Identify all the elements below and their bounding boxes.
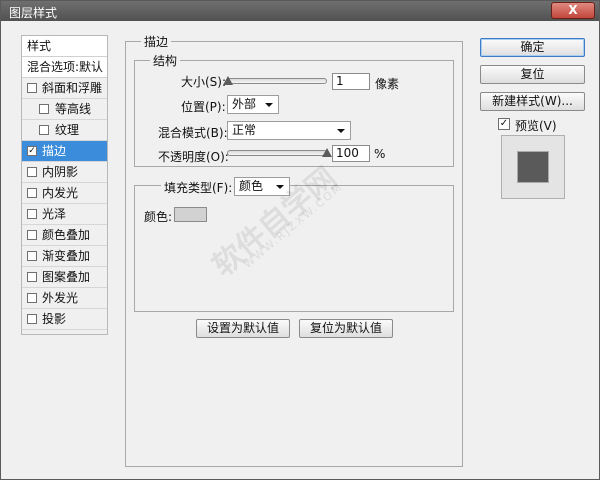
preview-label: 预览(V) — [515, 119, 557, 133]
style-item[interactable]: 外发光 — [22, 288, 107, 309]
style-checkbox[interactable] — [39, 125, 49, 135]
reset-button[interactable]: 复位 — [480, 65, 585, 84]
style-item-label: 内发光 — [42, 186, 79, 200]
style-item-label: 投影 — [42, 312, 67, 326]
layer-style-dialog: 图层样式 X 样式 混合选项:默认 斜面和浮雕 等高线 纹理 ✓ 描边 内阴影 内发光 光泽颜… — [0, 0, 600, 480]
checkmark-icon: ✓ — [28, 146, 36, 156]
stroke-color-swatch[interactable] — [174, 207, 207, 222]
style-item-label: 描边 — [42, 144, 67, 158]
position-value: 外部 — [232, 97, 257, 111]
style-item-label: 图案叠加 — [42, 270, 91, 284]
opacity-slider-thumb[interactable] — [322, 148, 332, 157]
style-checkbox[interactable] — [27, 188, 37, 198]
fill-type-value: 颜色 — [239, 179, 264, 193]
style-item-label: 内阴影 — [42, 165, 79, 179]
opacity-unit: % — [374, 147, 386, 161]
title-bar[interactable]: 图层样式 X — [1, 1, 599, 21]
style-checkbox[interactable] — [27, 251, 37, 261]
style-item[interactable]: 颜色叠加 — [22, 225, 107, 246]
style-item-label: 光泽 — [42, 207, 67, 221]
close-button[interactable]: X — [551, 2, 595, 19]
style-item-label: 颜色叠加 — [42, 228, 91, 242]
size-slider-thumb[interactable] — [223, 76, 233, 85]
style-item-label: 渐变叠加 — [42, 249, 91, 263]
blend-mode-label: 混合模式(B): — [158, 126, 228, 140]
reset-default-button[interactable]: 复位为默认值 — [299, 319, 393, 338]
blend-mode-select[interactable]: 正常 — [227, 121, 351, 140]
style-item[interactable]: 内发光 — [22, 183, 107, 204]
ok-button[interactable]: 确定 — [480, 38, 585, 57]
new-style-button[interactable]: 新建样式(W)... — [480, 92, 585, 111]
style-item-label: 等高线 — [55, 102, 92, 116]
style-item[interactable]: 斜面和浮雕 — [22, 78, 107, 99]
opacity-label: 不透明度(O): — [158, 150, 229, 164]
style-checkbox[interactable] — [39, 104, 49, 114]
style-checkbox[interactable] — [27, 293, 37, 303]
style-item[interactable]: 光泽 — [22, 204, 107, 225]
blending-options-item[interactable]: 混合选项:默认 — [22, 57, 107, 78]
opacity-input[interactable]: 100 — [332, 145, 370, 162]
style-item[interactable]: 纹理 — [22, 120, 107, 141]
preview-checkbox[interactable]: ✓ — [498, 118, 510, 130]
size-input[interactable]: 1 — [332, 73, 370, 90]
style-checkbox[interactable] — [27, 314, 37, 324]
style-item[interactable]: 渐变叠加 — [22, 246, 107, 267]
fill-type-label: 填充类型(F): — [161, 179, 236, 196]
opacity-slider-track[interactable] — [227, 150, 327, 156]
preview-swatch — [517, 151, 549, 183]
style-checkbox[interactable] — [27, 83, 37, 93]
style-item-label: 纹理 — [55, 123, 80, 137]
style-checkbox[interactable] — [27, 272, 37, 282]
style-item-label: 斜面和浮雕 — [42, 81, 103, 95]
dialog-title: 图层样式 — [9, 6, 58, 20]
styles-header[interactable]: 样式 — [22, 36, 107, 57]
position-label: 位置(P): — [181, 100, 226, 114]
style-preview — [501, 135, 565, 199]
style-checkbox[interactable] — [27, 230, 37, 240]
styles-list: 样式 混合选项:默认 斜面和浮雕等高线纹理 ✓ 描边内阴影内发光光泽颜色叠加渐变叠加… — [21, 35, 108, 335]
position-select[interactable]: 外部 — [227, 95, 279, 114]
style-item[interactable]: 图案叠加 — [22, 267, 107, 288]
color-label: 颜色: — [144, 210, 173, 224]
size-slider-track[interactable] — [227, 78, 327, 84]
style-item[interactable]: 投影 — [22, 309, 107, 330]
style-checkbox[interactable] — [27, 167, 37, 177]
style-item[interactable]: ✓ 描边 — [22, 141, 107, 162]
style-checkbox[interactable]: ✓ — [27, 146, 37, 156]
checkmark-icon: ✓ — [499, 118, 509, 129]
size-unit: 像素 — [375, 77, 400, 91]
style-item[interactable]: 等高线 — [22, 99, 107, 120]
style-checkbox[interactable] — [27, 209, 37, 219]
structure-group-title: 结构 — [150, 52, 181, 69]
chevron-down-icon — [337, 129, 345, 133]
blend-mode-value: 正常 — [232, 123, 257, 137]
style-item-label: 外发光 — [42, 291, 79, 305]
chevron-down-icon — [265, 103, 273, 107]
stroke-group-title: 描边 — [141, 33, 172, 50]
make-default-button[interactable]: 设置为默认值 — [196, 319, 290, 338]
size-label: 大小(S): — [181, 75, 227, 89]
close-icon: X — [568, 3, 578, 17]
style-item[interactable]: 内阴影 — [22, 162, 107, 183]
